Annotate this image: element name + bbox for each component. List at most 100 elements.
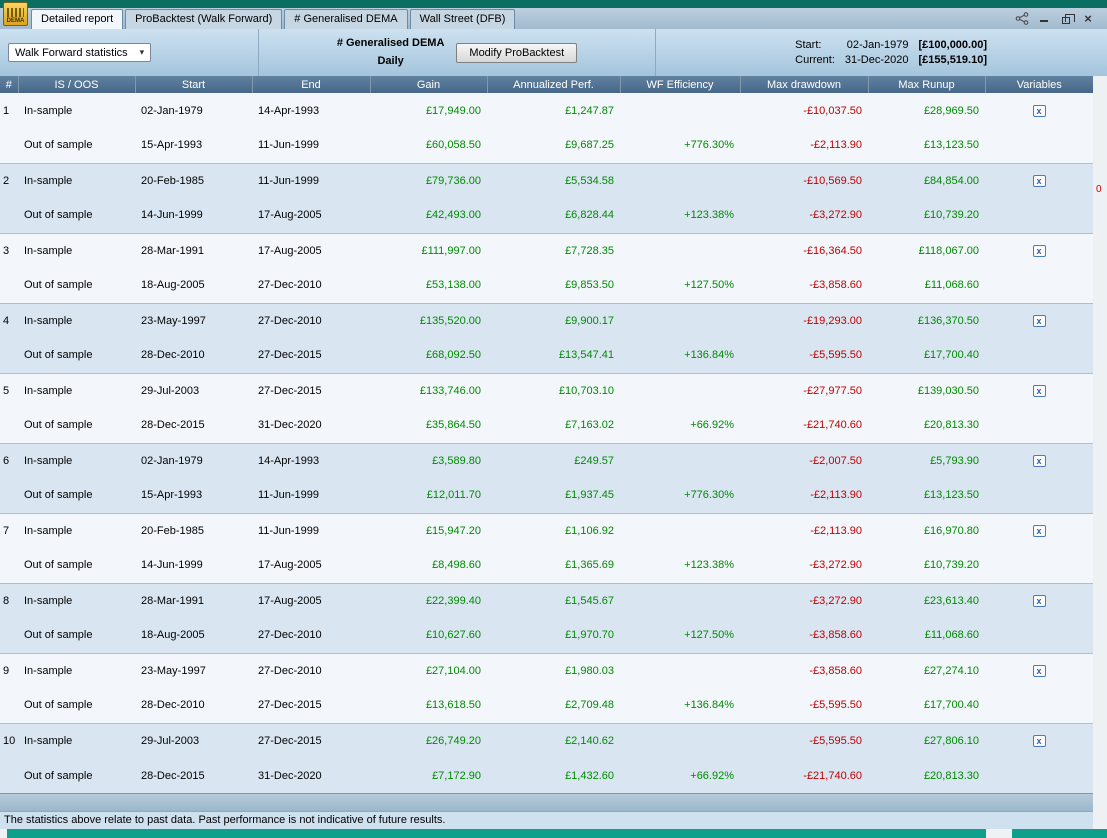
row-number: 6 <box>0 442 18 478</box>
cell-runup: £27,806.10 <box>868 722 985 758</box>
minimize-icon[interactable] <box>1037 12 1051 26</box>
cell-drawdown: -£27,977.50 <box>740 372 868 408</box>
cell-gain: £22,399.40 <box>370 582 487 618</box>
table-row[interactable]: Out of sample 18-Aug-2005 27-Dec-2010 £10,6… <box>0 618 1093 653</box>
report-timeframe: Daily <box>377 54 404 67</box>
table-row[interactable]: Out of sample 14-Jun-1999 17-Aug-2005 £42,4… <box>0 198 1093 233</box>
cell-start: 15-Apr-1993 <box>135 128 252 163</box>
table-row[interactable]: Out of sample 28-Dec-2010 27-Dec-2015 £13,6… <box>0 688 1093 723</box>
cell-wf: +66.92% <box>620 758 740 793</box>
cell-gain: £12,011.70 <box>370 478 487 513</box>
tab-generalised-dema[interactable]: # Generalised DEMA <box>284 9 408 29</box>
cell-wf <box>620 232 740 268</box>
variables-table-icon[interactable]: x <box>1032 664 1046 677</box>
cell-wf: +123.38% <box>620 198 740 233</box>
row-number: 2 <box>0 162 18 198</box>
column-header: IS / OOS <box>17 76 135 93</box>
probacktest-window: DEMA Detailed report ProBacktest (Walk F… <box>0 0 1107 838</box>
table-row[interactable]: Out of sample 28-Dec-2015 31-Dec-2020 £7,17… <box>0 758 1093 793</box>
cell-annualized: £249.57 <box>487 442 620 478</box>
cell-annualized: £5,534.58 <box>487 162 620 198</box>
table-row[interactable]: 6 In-sample 02-Jan-1979 14-Apr-1993 £3,589.8… <box>0 442 1093 478</box>
cell-gain: £15,947.20 <box>370 512 487 548</box>
table-row[interactable]: Out of sample 18-Aug-2005 27-Dec-2010 £53,1… <box>0 268 1093 303</box>
current-label: Current: <box>795 54 835 66</box>
table-row[interactable]: 5 In-sample 29-Jul-2003 27-Dec-2015 £133,746… <box>0 372 1093 408</box>
app-icon-dema: DEMA <box>3 2 28 26</box>
share-icon[interactable] <box>1015 12 1029 26</box>
table-row[interactable]: Out of sample 15-Apr-1993 11-Jun-1999 £12,0… <box>0 478 1093 513</box>
table-row[interactable]: Out of sample 28-Dec-2010 27-Dec-2015 £68,0… <box>0 338 1093 373</box>
cell-annualized: £9,900.17 <box>487 302 620 338</box>
variables-table-icon[interactable]: x <box>1032 594 1046 607</box>
cell-end: 27-Dec-2010 <box>252 302 370 338</box>
bottom-window-edge <box>0 829 1107 838</box>
tab-probacktest-walk-forward[interactable]: ProBacktest (Walk Forward) <box>125 9 283 29</box>
cell-annualized: £7,163.02 <box>487 408 620 443</box>
cell-annualized: £2,709.48 <box>487 688 620 723</box>
cell-end: 11-Jun-1999 <box>252 512 370 548</box>
table-row[interactable]: 2 In-sample 20-Feb-1985 11-Jun-1999 £79,736.… <box>0 162 1093 198</box>
cell-annualized: £1,545.67 <box>487 582 620 618</box>
close-icon[interactable]: × <box>1081 12 1095 26</box>
cell-wf <box>620 372 740 408</box>
cell-type: Out of sample <box>18 618 135 653</box>
column-header: Start <box>134 76 252 93</box>
cell-gain: £3,589.80 <box>370 442 487 478</box>
variables-cell: x <box>985 372 1093 408</box>
cell-drawdown: -£2,113.90 <box>740 128 868 163</box>
variables-table-icon[interactable]: x <box>1032 244 1046 257</box>
wf-table-head-row: # IS / OOS Start End Gain Annualized Perf. WF … <box>0 76 1093 93</box>
cell-annualized: £7,728.35 <box>487 232 620 268</box>
modify-probacktest-button[interactable]: Modify ProBacktest <box>456 42 578 63</box>
cell-runup: £13,123.50 <box>868 478 985 513</box>
row-number: 9 <box>0 652 18 688</box>
variables-table-icon[interactable]: x <box>1032 384 1046 397</box>
cell-start: 28-Dec-2010 <box>135 338 252 373</box>
variables-table-icon[interactable]: x <box>1032 104 1046 117</box>
variables-table-icon[interactable]: x <box>1032 174 1046 187</box>
table-row[interactable]: Out of sample 28-Dec-2015 31-Dec-2020 £35,8… <box>0 408 1093 443</box>
tab-detailed-report[interactable]: Detailed report <box>31 9 124 29</box>
column-header: Variables <box>984 76 1093 93</box>
tab-bar: Detailed report ProBacktest (Walk Forwar… <box>0 8 1107 29</box>
table-row[interactable]: 1 In-sample 02-Jan-1979 14-Apr-1993 £17,949.… <box>0 93 1093 128</box>
restore-icon[interactable] <box>1059 12 1075 26</box>
variables-table-icon[interactable]: x <box>1032 314 1046 327</box>
row-number <box>0 758 18 793</box>
report-title-block: # Generalised DEMA Daily <box>337 35 445 69</box>
cell-type: In-sample <box>18 232 135 268</box>
variables-cell <box>985 338 1093 373</box>
table-row[interactable]: 8 In-sample 28-Mar-1991 17-Aug-2005 £22,399.… <box>0 582 1093 618</box>
cell-drawdown: -£10,569.50 <box>740 162 868 198</box>
table-row[interactable]: 9 In-sample 23-May-1997 27-Dec-2010 £27,104.… <box>0 652 1093 688</box>
disclaimer-text: The statistics above relate to past data… <box>0 811 1093 829</box>
table-row[interactable]: Out of sample 15-Apr-1993 11-Jun-1999 £60,0… <box>0 128 1093 163</box>
cell-annualized: £1,247.87 <box>487 93 620 128</box>
cell-start: 18-Aug-2005 <box>135 268 252 303</box>
cell-end: 17-Aug-2005 <box>252 548 370 583</box>
tab-wall-street-dfb[interactable]: Wall Street (DFB) <box>409 9 516 29</box>
table-row[interactable]: 3 In-sample 28-Mar-1991 17-Aug-2005 £111,997… <box>0 232 1093 268</box>
cell-start: 02-Jan-1979 <box>135 442 252 478</box>
table-row[interactable]: 10 In-sample 29-Jul-2003 27-Dec-2015 £26,749… <box>0 722 1093 758</box>
start-date: 02-Jan-1979 <box>846 39 909 51</box>
row-number <box>0 408 18 443</box>
table-row[interactable]: Out of sample 14-Jun-1999 17-Aug-2005 £8,49… <box>0 548 1093 583</box>
variables-cell <box>985 478 1093 513</box>
table-row[interactable]: 7 In-sample 20-Feb-1985 11-Jun-1999 £15,947.… <box>0 512 1093 548</box>
variables-table-icon[interactable]: x <box>1032 734 1046 747</box>
dropdown-label: Walk Forward statistics <box>15 46 128 59</box>
variables-table-icon[interactable]: x <box>1032 454 1046 467</box>
cell-drawdown: -£3,272.90 <box>740 548 868 583</box>
cell-type: Out of sample <box>18 548 135 583</box>
cell-runup: £27,274.10 <box>868 652 985 688</box>
table-row[interactable]: 4 In-sample 23-May-1997 27-Dec-2010 £135,520… <box>0 302 1093 338</box>
chevron-down-icon: ▾ <box>139 47 145 57</box>
cell-type: In-sample <box>18 512 135 548</box>
statistics-view-dropdown[interactable]: Walk Forward statistics ▾ <box>8 43 152 62</box>
variables-table-icon[interactable]: x <box>1032 524 1046 537</box>
cell-drawdown: -£10,037.50 <box>740 93 868 128</box>
cell-type: In-sample <box>18 722 135 758</box>
cell-gain: £53,138.00 <box>370 268 487 303</box>
